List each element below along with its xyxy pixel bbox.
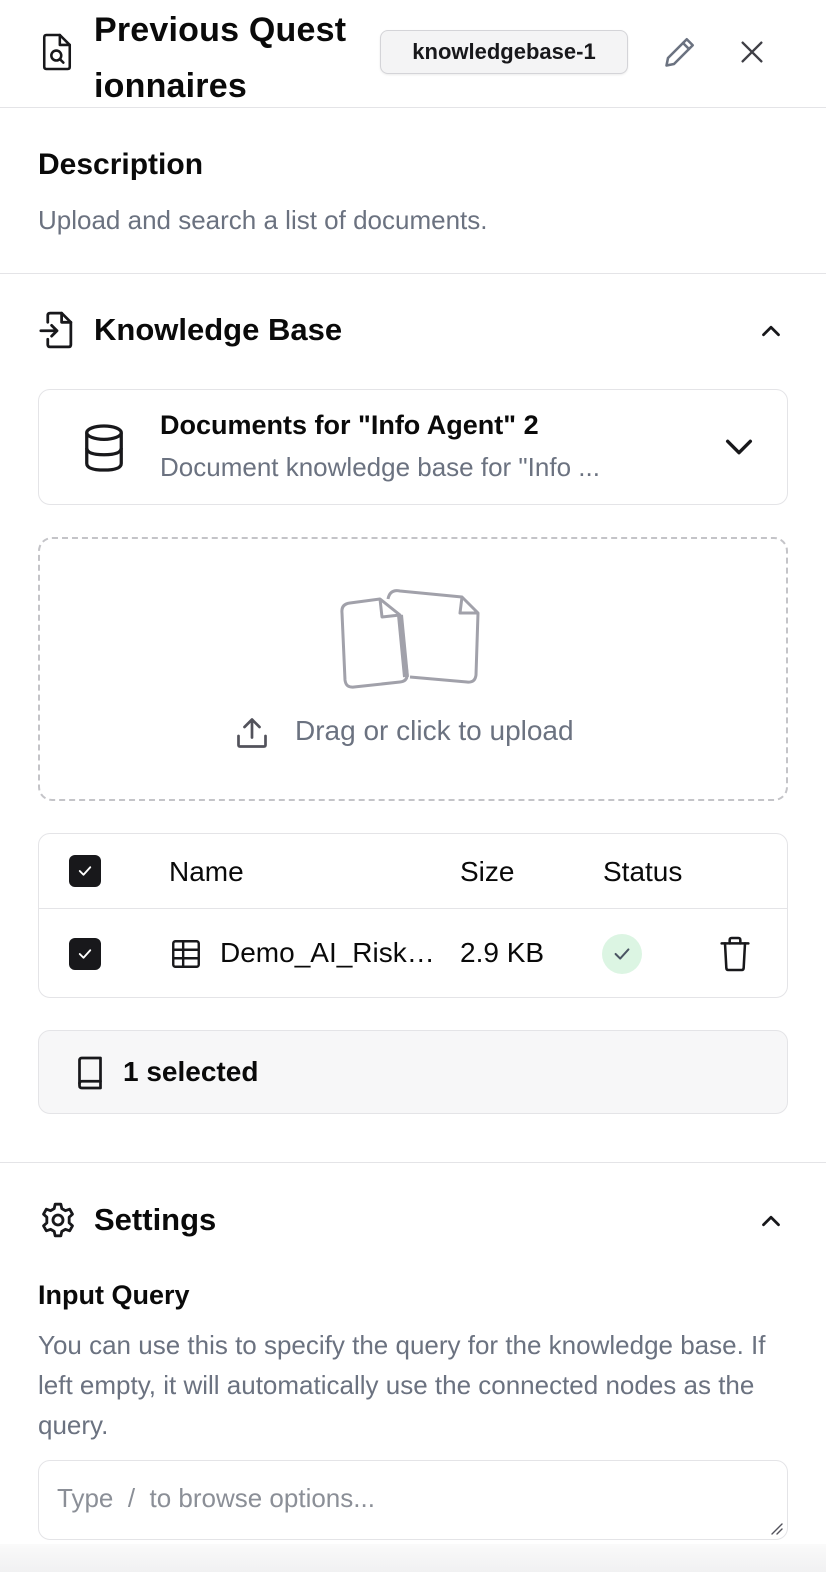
- knowledge-base-heading: Knowledge Base: [94, 312, 343, 347]
- table-header-row: Name Size Status: [39, 834, 787, 909]
- upload-label: Drag or click to upload: [295, 715, 574, 746]
- pencil-icon[interactable]: [662, 34, 698, 70]
- column-header-size[interactable]: Size: [460, 856, 514, 888]
- knowledge-base-subtitle: Document knowledge base for "Info ...: [160, 452, 600, 482]
- node-title[interactable]: Previous Questionnaires: [94, 2, 354, 114]
- node-id-badge: knowledgebase-1: [380, 30, 628, 74]
- knowledge-base-section-header[interactable]: Knowledge Base: [0, 296, 826, 366]
- resize-handle-icon[interactable]: [768, 1520, 784, 1536]
- description-heading: Description: [38, 148, 204, 181]
- row-checkbox[interactable]: [69, 938, 101, 970]
- chevron-down-icon[interactable]: [722, 432, 756, 462]
- book-icon: [78, 1056, 102, 1090]
- file-name: Demo_AI_Risk_...: [220, 937, 444, 968]
- document-search-icon: [42, 33, 72, 71]
- upload-dropzone[interactable]: Drag or click to upload: [38, 537, 788, 801]
- input-query-field[interactable]: [38, 1460, 788, 1540]
- upload-icon: [237, 718, 267, 748]
- check-icon: [78, 949, 92, 959]
- chevron-up-icon[interactable]: [756, 1208, 786, 1234]
- database-icon: [85, 424, 123, 472]
- settings-heading: Settings: [94, 1202, 217, 1237]
- close-icon[interactable]: [736, 36, 768, 68]
- description-text: Upload and search a list of documents.: [38, 205, 488, 235]
- input-query-label: Input Query: [38, 1280, 190, 1310]
- input-query-help: You can use this to specify the query fo…: [38, 1330, 766, 1440]
- selected-count: 1 selected: [123, 1056, 259, 1087]
- section-divider: [0, 1162, 826, 1163]
- gear-icon: [42, 1202, 74, 1238]
- trash-icon[interactable]: [719, 935, 751, 973]
- check-icon: [78, 866, 92, 876]
- select-all-checkbox[interactable]: [69, 855, 101, 887]
- spreadsheet-icon: [172, 940, 200, 968]
- bottom-edge: [0, 1544, 826, 1572]
- file-size: 2.9 KB: [460, 937, 545, 968]
- node-panel-header: Previous Questionnaires knowledgebase-1: [0, 0, 826, 108]
- documents-table: Name Size Status Demo_AI_Risk_... 2.9 KB: [38, 833, 788, 998]
- settings-section-header[interactable]: Settings: [0, 1186, 826, 1256]
- column-header-status[interactable]: Status: [603, 856, 682, 888]
- knowledge-base-name: Documents for "Info Agent" 2: [160, 410, 539, 440]
- file-import-icon: [39, 311, 73, 349]
- column-header-name[interactable]: Name: [169, 856, 244, 888]
- table-row[interactable]: Demo_AI_Risk_... 2.9 KB: [39, 909, 787, 997]
- files-illustration-icon: [340, 589, 480, 689]
- description-section: Description Upload and search a list of …: [0, 108, 826, 274]
- selected-summary[interactable]: 1 selected: [38, 1030, 788, 1114]
- chevron-up-icon[interactable]: [756, 318, 786, 344]
- check-icon: [614, 948, 630, 960]
- status-badge: [602, 934, 642, 974]
- knowledge-base-select[interactable]: Documents for "Info Agent" 2 Document kn…: [38, 389, 788, 505]
